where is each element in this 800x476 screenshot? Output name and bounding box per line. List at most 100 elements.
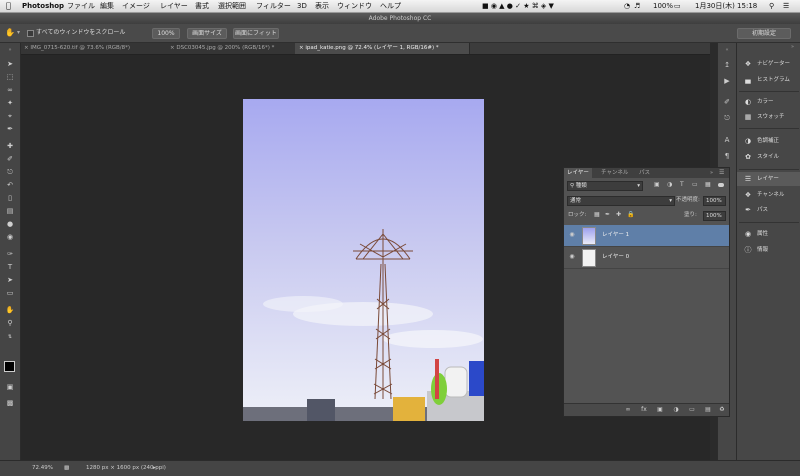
filter-adjustment-icon[interactable]: ◑ [667,181,672,189]
panel-layers[interactable]: ☰ レイヤー [737,172,800,186]
preset-dropdown-icon[interactable]: ▾ [17,29,20,36]
lock-position-icon[interactable]: ✚ [616,211,621,219]
opacity-input[interactable]: 100% [703,196,726,206]
swap-colors-icon[interactable]: ⇅ [5,333,15,342]
panel-paths[interactable]: ✒ パス [737,203,800,217]
lock-image-icon[interactable]: ✒ [605,211,610,219]
eyedropper-tool-icon[interactable]: ✒ [5,125,15,134]
shape-tool-icon[interactable]: ▭ [5,289,15,298]
history-brush-tool-icon[interactable]: ↶ [5,181,15,190]
menu-type[interactable]: 書式 [195,0,209,12]
layer-filter-select[interactable]: ⚲ 種類 ▾ [567,181,643,191]
trash-icon[interactable]: ♻ [718,406,726,414]
eraser-tool-icon[interactable]: ▯ [5,194,15,203]
hand-tool-icon[interactable]: ✋ [5,306,15,315]
menu-view[interactable]: 表示 [315,0,329,12]
menu-layer[interactable]: レイヤー [160,0,188,12]
dock-collapse-icon[interactable]: » [791,44,794,50]
status-menu-icon[interactable]: ▸ [153,461,156,476]
zoom-level[interactable]: 72.49% [32,461,53,476]
path-selection-tool-icon[interactable]: ➤ [5,276,15,285]
actual-pixels-button[interactable]: 画面サイズ [187,28,227,39]
notification-center-icon[interactable]: ☰ [783,0,789,12]
dock-collapse-icon[interactable]: « [722,45,732,55]
panel-color[interactable]: ◐ カラー [737,95,800,109]
new-group-icon[interactable]: ▭ [688,406,696,414]
filter-smart-object-icon[interactable]: ▦ [705,181,711,189]
status-icons[interactable]: ■ ◉ ▲ ● ✓ ★ ⌘ ◈ ▼ [482,0,554,12]
layer-row-0[interactable]: ◉ レイヤー 0 [564,247,729,269]
new-layer-icon[interactable]: ▤ [704,406,712,414]
menu-help[interactable]: ヘルプ [380,0,401,12]
paragraph-panel-icon[interactable]: ¶ [722,151,732,161]
wifi-icon[interactable]: ◔ [624,0,630,12]
menu-image[interactable]: イメージ [122,0,150,12]
spotlight-icon[interactable]: ⚲ [769,0,774,12]
scroll-all-windows-checkbox[interactable] [27,30,34,37]
apple-icon[interactable]:  [6,0,11,12]
panel-info[interactable]: ⓘ 情報 [737,243,800,257]
filter-shape-icon[interactable]: ▭ [692,181,698,189]
history-panel-icon[interactable]: ↥ [722,60,732,70]
panel-styles[interactable]: ✿ スタイル [737,150,800,164]
eye-icon[interactable]: ◉ [568,231,576,239]
panel-swatches[interactable]: ▦ スウォッチ [737,110,800,124]
move-tool-icon[interactable]: ➤ [5,60,15,69]
battery-percent[interactable]: 100% [653,0,673,12]
tab-layers[interactable]: レイヤー [564,168,592,178]
zoom-tool-icon[interactable]: ⚲ [5,319,15,328]
blur-tool-icon[interactable]: ● [5,220,15,229]
clone-source-panel-icon[interactable]: ⎋ [722,113,732,123]
healing-brush-tool-icon[interactable]: ✚ [5,142,15,151]
tab-document-2[interactable]: × DSC03045.jpg @ 200% (RGB/16*) * [166,43,299,54]
marquee-tool-icon[interactable]: ⬚ [5,73,15,82]
blend-mode-select[interactable]: 通常 ▾ [567,196,675,206]
quick-mask-icon[interactable]: ▣ [5,383,15,392]
dodge-tool-icon[interactable]: ◉ [5,233,15,242]
panel-histogram[interactable]: ▄ ヒストグラム [737,73,800,87]
character-panel-icon[interactable]: A [722,135,732,145]
brush-panel-icon[interactable]: ✐ [722,97,732,107]
eye-icon[interactable]: ◉ [568,253,576,261]
crop-tool-icon[interactable]: ⌖ [5,112,15,121]
tab-paths[interactable]: パス [636,168,653,178]
clone-stamp-tool-icon[interactable]: ⎋ [5,168,15,177]
lock-transparent-icon[interactable]: ▦ [594,211,600,219]
menu-edit[interactable]: 編集 [100,0,114,12]
menu-file[interactable]: ファイル [67,0,95,12]
lock-all-icon[interactable]: 🔒 [627,211,634,219]
brush-tool-icon[interactable]: ✐ [5,155,15,164]
panel-collapse-icon[interactable]: » [710,169,713,177]
tab-channels[interactable]: チャンネル [598,168,631,178]
type-tool-icon[interactable]: T [5,263,15,272]
menu-select[interactable]: 選択範囲 [218,0,246,12]
fill-input[interactable]: 100% [703,211,726,221]
menu-3d[interactable]: 3D [297,0,307,12]
menu-window[interactable]: ウィンドウ [337,0,372,12]
new-adjustment-icon[interactable]: ◑ [672,406,680,414]
quick-selection-tool-icon[interactable]: ✦ [5,99,15,108]
actions-panel-icon[interactable]: ▶ [722,76,732,86]
tab-document-1[interactable]: × IMG_0715-620.tif @ 73.6% (RGB/8*) [20,43,170,54]
panel-channels[interactable]: ❖ チャンネル [737,188,800,202]
screen-mode-icon[interactable]: ▩ [5,399,15,408]
foreground-color-swatch[interactable] [4,361,15,372]
layer-style-icon[interactable]: fx [640,406,648,414]
volume-icon[interactable]: ♬ [634,0,640,12]
layer-name[interactable]: レイヤー 1 [602,225,629,246]
pen-tool-icon[interactable]: ✑ [5,250,15,259]
filter-pixel-icon[interactable]: ▣ [654,181,660,189]
tab-document-3[interactable]: × ipad_katie.png @ 72.4% (レイヤー 1, RGB/16… [295,43,470,54]
fit-screen-button[interactable]: 画面にフィット [233,28,279,39]
hand-tool-preset-icon[interactable]: ✋ [5,28,15,37]
link-layers-icon[interactable]: ∞ [624,406,632,414]
menu-photoshop[interactable]: Photoshop [22,0,64,12]
layer-name[interactable]: レイヤー 0 [602,247,629,268]
toolbar-collapse-icon[interactable]: » [5,46,15,55]
document-image[interactable] [243,99,484,421]
panel-menu-icon[interactable]: ☰ [719,169,724,177]
panel-navigator[interactable]: ❖ ナビゲーター [737,57,800,71]
gradient-tool-icon[interactable]: ▤ [5,207,15,216]
filter-toggle[interactable] [718,183,724,187]
panel-properties[interactable]: ◉ 属性 [737,227,800,241]
